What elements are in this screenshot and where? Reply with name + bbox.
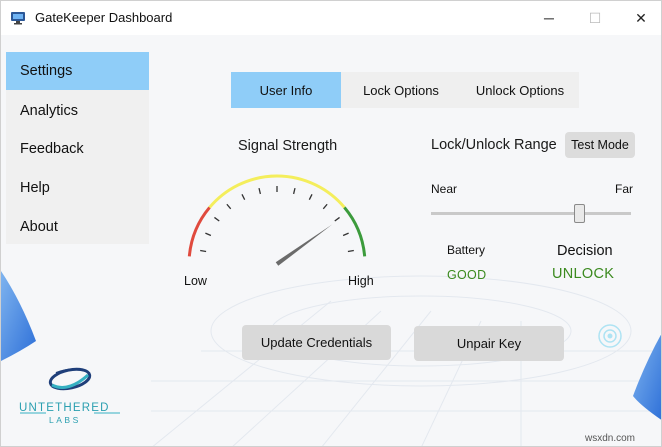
gauge-tick [200,249,207,253]
maximize-button[interactable]: ☐ [572,1,618,35]
app-window: GateKeeper Dashboard ─ ☐ ✕ Settings Anal… [0,0,662,447]
tab-lock-options[interactable]: Lock Options [341,72,461,108]
watermark-text: wsxdn.com [585,433,636,444]
test-mode-label: Test Mode [571,138,629,152]
range-near-label: Near [431,182,458,196]
range-far-label: Far [615,182,633,196]
settings-tab-bar: User Info Lock Options Unlock Options [231,72,579,108]
battery-status-value: GOOD [447,268,487,282]
unpair-key-label: Unpair Key [456,336,522,351]
tab-unlock-options[interactable]: Unlock Options [461,72,579,108]
gauge-needle [275,224,333,266]
right-blue-swoosh [633,334,661,420]
gauge-low-label: Low [184,274,207,288]
decision-label: Decision [557,243,613,259]
signal-strength-gauge [187,174,367,266]
tab-label: User Info [259,82,313,98]
sidebar-item-analytics[interactable]: Analytics [6,92,149,130]
logo-text-labs: LABS [49,415,81,425]
sidebar-item-help[interactable]: Help [6,169,149,207]
gauge-tick [258,187,262,195]
title-bar: GateKeeper Dashboard ─ ☐ ✕ [1,1,661,35]
gauge-tick [347,249,354,253]
left-blue-swoosh [1,271,36,361]
sidebar-item-label: Settings [20,63,73,79]
location-target-icon [598,324,622,348]
gauge-tick [226,203,232,210]
gauge-low-zone [187,206,211,257]
gauge-tick [308,194,313,200]
gauge-tick [214,216,220,222]
tab-user-info[interactable]: User Info [231,72,341,108]
decision-status-value: UNLOCK [552,266,615,282]
test-mode-button[interactable]: Test Mode [565,132,635,158]
app-monitor-icon [11,12,25,25]
update-credentials-label: Update Credentials [260,335,373,350]
unpair-key-button[interactable]: Unpair Key [414,326,564,361]
sidebar-item-settings[interactable]: Settings [6,52,149,90]
tab-label: Unlock Options [475,82,565,98]
sidebar-item-label: About [20,219,58,235]
gauge-high-zone [343,206,367,257]
gauge-tick [334,216,340,222]
close-icon: ✕ [635,9,647,26]
lock-unlock-range-title: Lock/Unlock Range [431,137,557,153]
gauge-tick [322,203,328,210]
sidebar-item-feedback[interactable]: Feedback [6,130,149,168]
gauge-tick [241,194,246,200]
gauge-tick [205,232,212,237]
logo-text-untethered: UNTETHERED [19,402,110,414]
sidebar-nav: Settings Analytics Feedback Help About [6,52,149,244]
close-button[interactable]: ✕ [618,1,661,35]
sidebar-item-label: Feedback [20,141,84,157]
sidebar-item-about[interactable]: About [6,208,149,246]
range-slider-track[interactable] [431,212,631,215]
tab-label: Lock Options [363,82,439,98]
battery-label: Battery [447,243,486,257]
minimize-button[interactable]: ─ [526,1,572,35]
gauge-tick [342,232,349,237]
range-slider-thumb[interactable] [573,204,585,223]
gauge-high-label: High [348,274,374,288]
update-credentials-button[interactable]: Update Credentials [242,325,391,360]
maximize-icon: ☐ [588,9,602,26]
signal-strength-title: Signal Strength [238,138,338,154]
window-title: GateKeeper Dashboard [35,10,173,25]
gauge-tick [292,187,296,195]
minimize-icon: ─ [544,10,554,26]
sidebar-item-label: Help [20,180,50,196]
sidebar-item-label: Analytics [20,103,79,119]
